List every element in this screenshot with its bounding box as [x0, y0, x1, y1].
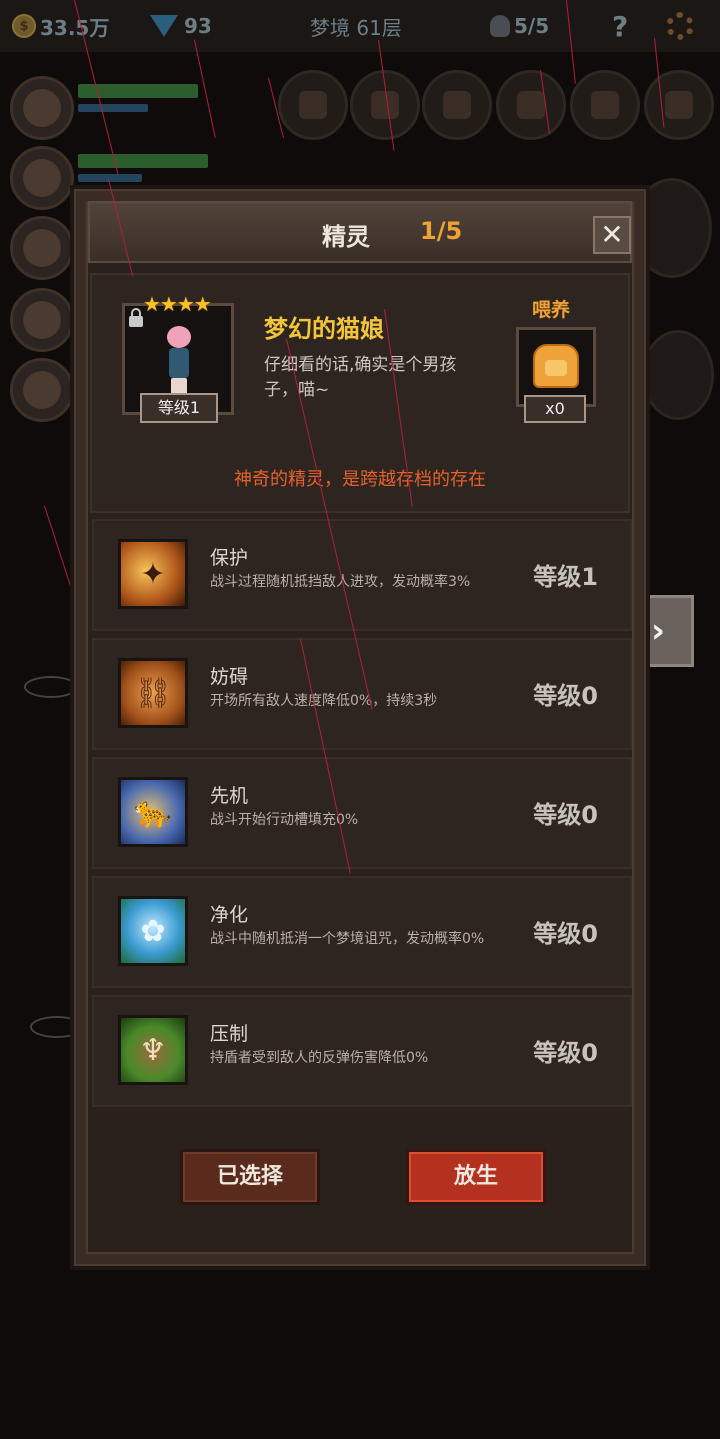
skill-list: ✦ 保护 战斗过程随机抵挡敌人进攻，发动概率3% 等级1 ⛓ 妨碍 开场所有敌人…	[92, 519, 632, 1114]
pet-name: 梦幻的猫娘	[264, 315, 384, 343]
pet-count: 1/5	[420, 217, 463, 245]
skill-description: 战斗过程随机抵挡敌人进攻，发动概率3%	[210, 574, 471, 590]
equipment-slot[interactable]	[422, 70, 492, 140]
skill-description: 战斗开始行动槽填充0%	[210, 812, 359, 828]
hero-portrait[interactable]	[10, 146, 74, 210]
star-rating: ★★★★	[143, 292, 212, 316]
hero-mp-bar	[78, 104, 148, 112]
gear-icon	[666, 12, 694, 40]
skill-name: 净化	[210, 904, 249, 926]
skill-description: 持盾者受到敌人的反弹伤害降低0%	[210, 1050, 429, 1066]
skill-level: 等级0	[533, 1039, 598, 1067]
food-count-badge: x0	[524, 395, 586, 423]
equipment-slot[interactable]	[644, 70, 714, 140]
gold-amount: 33.5万	[40, 15, 110, 40]
question-icon: ?	[612, 9, 629, 43]
floor-label: 梦境 61层	[310, 15, 402, 40]
leopard-icon: 🐆	[118, 777, 188, 847]
skull-display: 5/5	[490, 0, 549, 52]
skull-count: 5/5	[514, 14, 550, 38]
equipment-slot[interactable]	[350, 70, 420, 140]
close-button[interactable]: ✕	[593, 216, 631, 254]
release-button[interactable]: 放生	[406, 1149, 546, 1205]
bread-icon	[533, 344, 579, 388]
equipment-slot[interactable]	[278, 70, 348, 140]
gem-icon	[150, 15, 178, 37]
hero-portrait[interactable]	[10, 216, 74, 280]
pet-description: 仔细看的话,确实是个男孩子，喵~	[264, 355, 457, 400]
skill-name: 保护	[210, 547, 249, 569]
dialog-title-bar: 精灵 1/5 ✕	[88, 201, 632, 263]
skill-level: 等级0	[533, 920, 598, 948]
skill-name: 压制	[210, 1023, 249, 1045]
skill-row[interactable]: ✦ 保护 战斗过程随机抵挡敌人进攻，发动概率3% 等级1	[92, 519, 632, 631]
floor-display: 梦境 61层	[310, 0, 402, 52]
skill-description: 开场所有敌人速度降低0%，持续3秒	[210, 693, 438, 709]
shield-fairy-icon: ✦	[118, 539, 188, 609]
pet-level-badge: 等级1	[140, 393, 218, 423]
skill-description: 战斗中随机抵消一个梦境诅咒，发动概率0%	[210, 931, 485, 947]
dialog-title: 精灵	[322, 223, 370, 251]
skull-icon	[490, 15, 510, 37]
side-enemy-card[interactable]	[642, 330, 714, 420]
hero-hp-bar	[78, 154, 208, 168]
blue-flower-icon: ✿	[118, 896, 188, 966]
chevron-right-icon: ›	[650, 611, 665, 651]
hero-mp-bar	[78, 174, 142, 182]
coin-icon: $	[12, 14, 36, 38]
skill-row[interactable]: ⛓ 妨碍 开场所有敌人速度降低0%，持续3秒 等级0	[92, 638, 632, 750]
feed-label: 喂养	[532, 299, 571, 321]
skill-row[interactable]: ♆ 压制 持盾者受到敌人的反弹伤害降低0% 等级0	[92, 995, 632, 1107]
chained-boot-icon: ⛓	[118, 658, 188, 728]
close-icon: ✕	[600, 218, 624, 251]
gold-display: $ 33.5万	[12, 0, 109, 52]
skill-row[interactable]: 🐆 先机 战斗开始行动槽填充0% 等级0	[92, 757, 632, 869]
skill-name: 先机	[210, 785, 249, 807]
skill-level: 等级1	[533, 563, 598, 591]
gem-display: 93	[150, 0, 212, 52]
skill-name: 妨碍	[210, 666, 249, 688]
hero-portrait[interactable]	[10, 358, 74, 422]
selected-button[interactable]: 已选择	[180, 1149, 320, 1205]
skill-level: 等级0	[533, 682, 598, 710]
equipment-slot[interactable]	[496, 70, 566, 140]
settings-button[interactable]	[666, 0, 694, 52]
hero-portrait[interactable]	[10, 76, 74, 140]
lock-icon[interactable]	[129, 308, 143, 327]
skill-level: 等级0	[533, 801, 598, 829]
pet-tagline: 神奇的精灵，是跨越存档的存在	[234, 469, 486, 490]
gem-amount: 93	[184, 14, 212, 38]
help-button[interactable]: ?	[612, 0, 628, 52]
pet-info-panel: ★★★★ 等级1 梦幻的猫娘 仔细看的话,确实是个男孩子，喵~ 喂养 x0 神奇…	[90, 273, 630, 513]
pet-dialog: 精灵 1/5 ✕ ★★★★ 等级1 梦幻的猫娘 仔细看的话,确实是个男孩子，喵~…	[70, 178, 650, 1270]
top-resource-bar: $ 33.5万 93 梦境 61层 5/5 ?	[0, 0, 720, 52]
skill-row[interactable]: ✿ 净化 战斗中随机抵消一个梦境诅咒，发动概率0% 等级0	[92, 876, 632, 988]
equipment-slot[interactable]	[570, 70, 640, 140]
beast-claw-icon: ♆	[118, 1015, 188, 1085]
hero-portrait[interactable]	[10, 288, 74, 352]
